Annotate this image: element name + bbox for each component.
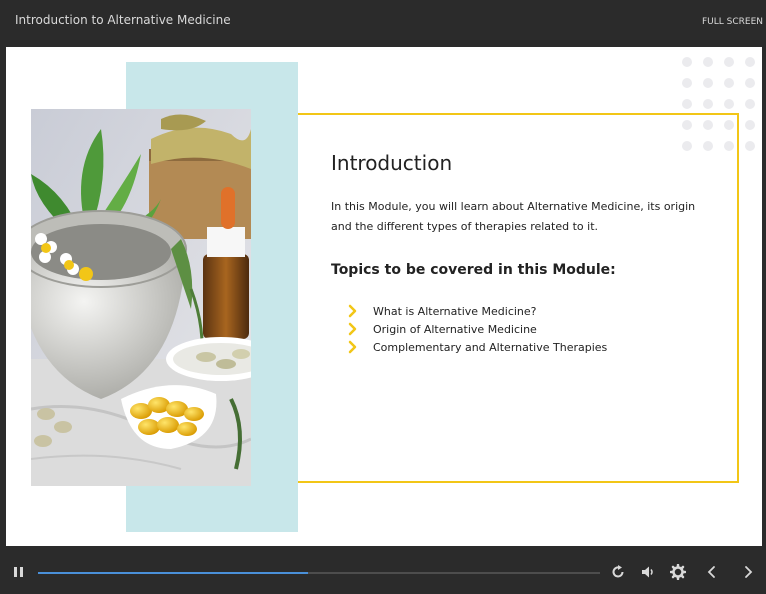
previous-icon[interactable] [704,564,720,580]
course-title: Introduction to Alternative Medicine [15,13,231,27]
dot [745,120,755,130]
progress-bar[interactable] [38,572,600,574]
player-controls [0,548,766,594]
dot [745,141,755,151]
dot [745,99,755,109]
top-bar: Introduction to Alternative Medicine FUL… [0,0,766,46]
dot [745,78,755,88]
dot [682,141,692,151]
replay-icon[interactable] [610,564,626,580]
dot [682,78,692,88]
dot [724,120,734,130]
dot [703,57,713,67]
chevron-right-icon [348,304,357,318]
dot [724,57,734,67]
topic-label: What is Alternative Medicine? [373,304,537,318]
list-item: Origin of Alternative Medicine [346,320,607,338]
dot [682,57,692,67]
slide: Introduction In this Module, you will le… [6,47,762,546]
fullscreen-button[interactable]: FULL SCREEN [702,17,763,27]
dot [724,99,734,109]
chevron-right-icon [348,322,357,336]
chevron-right-icon [348,340,357,354]
dot [703,141,713,151]
topics-heading: Topics to be covered in this Module: [331,262,616,278]
volume-icon[interactable] [640,564,656,580]
dot [724,141,734,151]
dot [745,57,755,67]
dot [724,78,734,88]
topic-label: Origin of Alternative Medicine [373,322,537,336]
dot [703,78,713,88]
settings-icon[interactable] [670,564,686,580]
dot [682,99,692,109]
dot [682,120,692,130]
progress-fill [38,572,308,574]
next-icon[interactable] [740,564,756,580]
intro-text: In this Module, you will learn about Alt… [331,200,696,233]
dot [703,120,713,130]
pause-icon[interactable] [11,564,27,580]
slide-heading: Introduction [331,151,453,175]
list-item: What is Alternative Medicine? [346,302,607,320]
list-item: Complementary and Alternative Therapies [346,338,607,356]
dot [703,99,713,109]
herbal-medicine-photo [31,109,251,486]
topic-label: Complementary and Alternative Therapies [373,340,608,354]
topic-list: What is Alternative Medicine? Origin of … [346,302,607,356]
